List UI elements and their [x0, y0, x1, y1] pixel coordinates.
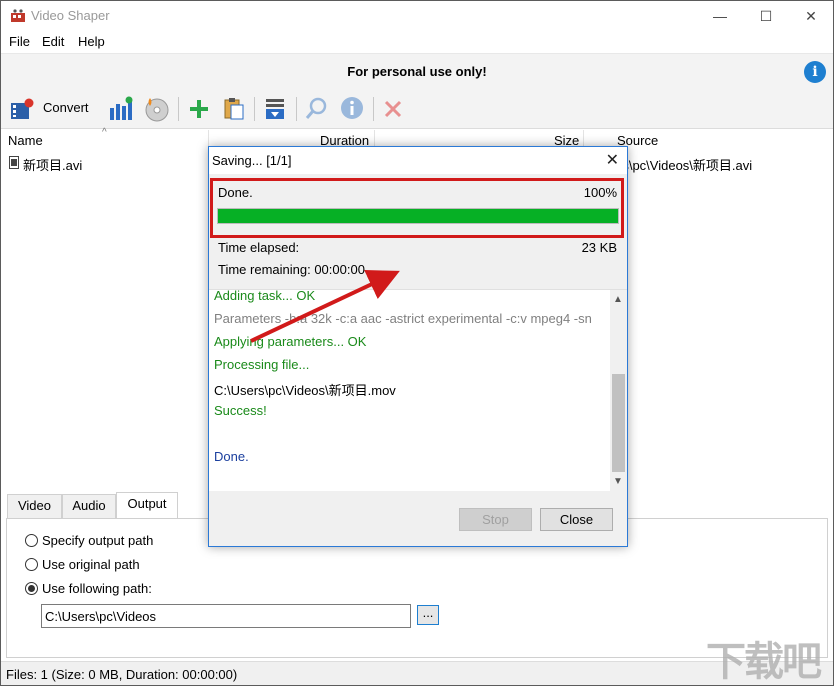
saving-dialog: Saving... [1/1] ✕ Done. 100% Time elapse…: [208, 146, 628, 547]
dialog-title-bar: Saving... [1/1] ✕: [209, 147, 627, 174]
log-line: Processing file...: [214, 357, 310, 372]
radio-button-selected[interactable]: [25, 582, 38, 595]
bars-settings-icon[interactable]: [108, 96, 134, 122]
menu-file[interactable]: File: [9, 34, 30, 49]
window-title: Video Shaper: [31, 8, 110, 23]
radio-button[interactable]: [25, 558, 38, 571]
maximize-button[interactable]: ☐: [743, 1, 789, 31]
close-button[interactable]: Close: [540, 508, 613, 531]
tab-output[interactable]: Output: [116, 492, 178, 519]
radio-label: Specify output path: [42, 533, 154, 548]
output-size: 23 KB: [581, 240, 617, 255]
scroll-up-icon[interactable]: ▲: [613, 294, 623, 305]
highlight-box: [210, 178, 624, 238]
log-line: Done.: [214, 449, 249, 464]
file-source: rs\pc\Videos\新项目.avi: [618, 158, 753, 173]
toolbar-separator: [296, 97, 297, 121]
radio-use-original-path[interactable]: Use original path: [25, 557, 140, 572]
tab-audio[interactable]: Audio: [62, 494, 116, 518]
toolbar-separator: [254, 97, 255, 121]
column-name[interactable]: Name: [8, 133, 43, 148]
radio-use-following-path[interactable]: Use following path:: [25, 581, 152, 596]
menu-edit[interactable]: Edit: [42, 34, 64, 49]
title-bar: Video Shaper — ☐ ✕: [1, 1, 833, 31]
search-icon[interactable]: [304, 96, 328, 122]
log-scrollbar[interactable]: ▲ ▼: [610, 290, 627, 492]
stop-button[interactable]: Stop: [459, 508, 532, 531]
menu-bar: File Edit Help: [1, 31, 833, 53]
video-file-icon: [9, 156, 19, 169]
file-name: 新项目.avi: [23, 158, 83, 173]
film-icon: [11, 98, 34, 119]
app-logo-icon: [11, 9, 25, 22]
time-remaining: Time remaining: 00:00:00: [218, 262, 365, 277]
time-elapsed-label: Time elapsed:: [218, 240, 300, 255]
log-line: Applying parameters... OK: [214, 334, 367, 349]
disc-burn-icon[interactable]: [144, 96, 170, 122]
queue-icon[interactable]: [263, 96, 287, 122]
toolbar-separator: [178, 97, 179, 121]
menu-help[interactable]: Help: [78, 34, 105, 49]
radio-label: Use following path:: [42, 581, 152, 596]
radio-label: Use original path: [42, 557, 140, 572]
status-text: Files: 1 (Size: 0 MB, Duration: 00:00:00…: [6, 667, 238, 682]
scrollbar-thumb[interactable]: [612, 374, 625, 472]
log-line: C:\Users\pc\Videos\新项目.mov: [214, 383, 396, 398]
add-icon[interactable]: [187, 96, 211, 122]
convert-label: Convert: [43, 100, 89, 115]
output-path-field[interactable]: C:\Users\pc\Videos: [41, 604, 411, 628]
banner-text: For personal use only!: [347, 64, 487, 79]
radio-specify-output-path[interactable]: Specify output path: [25, 533, 153, 548]
scroll-down-icon[interactable]: ▼: [613, 476, 623, 487]
close-window-button[interactable]: ✕: [788, 1, 834, 31]
info-icon[interactable]: i: [804, 61, 826, 83]
info-icon[interactable]: [340, 96, 364, 122]
dialog-close-icon[interactable]: ✕: [606, 150, 619, 170]
browse-button[interactable]: ...: [417, 605, 439, 625]
log-area[interactable]: Adding task... OK Parameters -b:a 32k -c…: [209, 288, 627, 492]
toolbar-separator: [373, 97, 374, 121]
delete-icon[interactable]: [382, 96, 404, 122]
convert-button[interactable]: Convert: [10, 96, 100, 122]
minimize-button[interactable]: —: [697, 1, 743, 31]
log-line: Success!: [214, 403, 267, 418]
toolbar: Convert: [1, 89, 833, 129]
watermark: 下载吧: [706, 639, 822, 685]
main-window: Video Shaper — ☐ ✕ File Edit Help For pe…: [0, 0, 834, 686]
sort-arrow-icon: ^: [102, 127, 107, 138]
radio-button[interactable]: [25, 534, 38, 547]
tab-video[interactable]: Video: [7, 494, 62, 518]
log-line: Parameters -b:a 32k -c:a aac -astrict ex…: [214, 311, 592, 326]
log-line: Adding task... OK: [214, 288, 316, 303]
paste-icon[interactable]: [222, 96, 246, 122]
license-banner: For personal use only! i: [1, 53, 833, 89]
dialog-title: Saving... [1/1]: [212, 153, 292, 168]
